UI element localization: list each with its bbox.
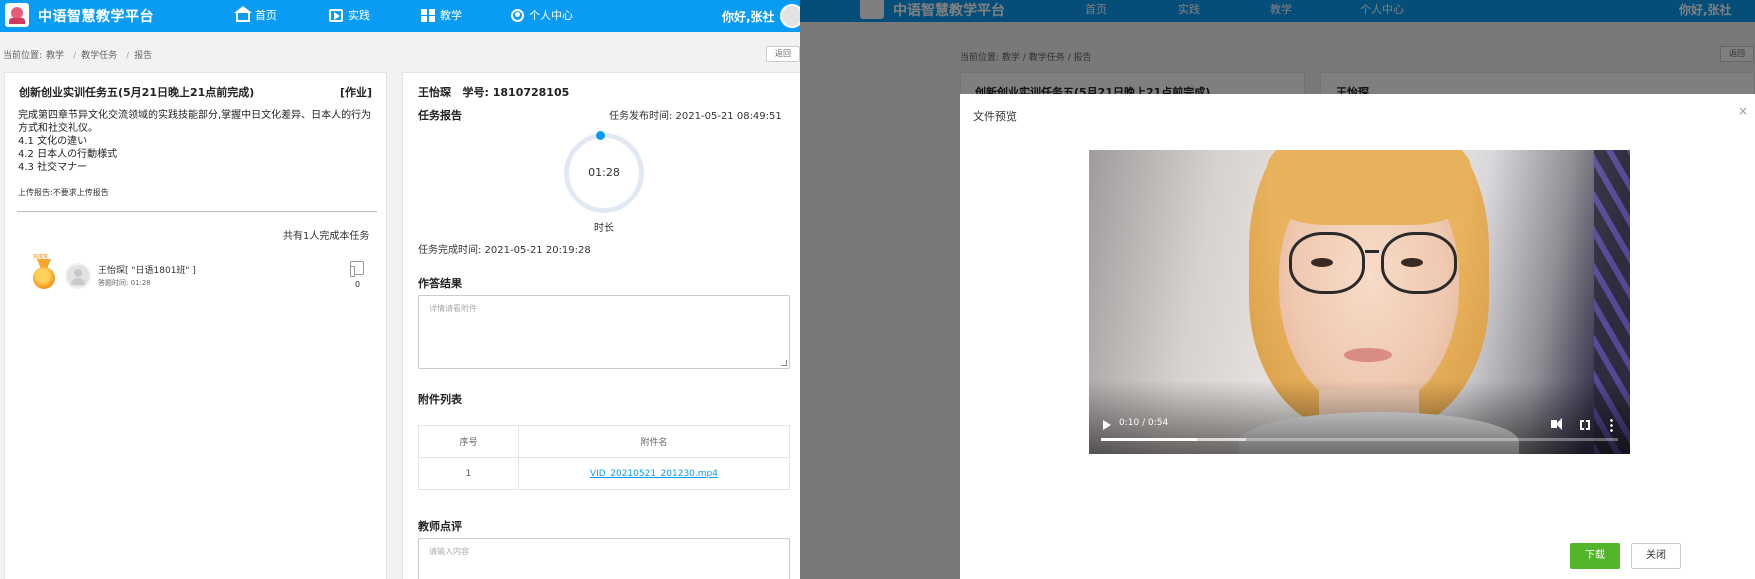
user-avatar[interactable] bbox=[780, 4, 800, 28]
review-textarea[interactable]: 请输入内容 bbox=[418, 538, 790, 579]
student-name[interactable]: 王怡琛[ "日语1801班" ] bbox=[98, 263, 196, 276]
nav-personal-center[interactable]: 个人中心 bbox=[511, 7, 573, 23]
student-answer-time: 答题时间: 01:28 bbox=[98, 279, 151, 287]
table-cell-index: 1 bbox=[418, 457, 519, 490]
task-description-line: 4.2 日本人の行動様式 bbox=[18, 149, 118, 160]
task-description-line: 4.1 文化の違い bbox=[18, 136, 88, 147]
resize-handle-icon[interactable] bbox=[781, 360, 787, 366]
download-button[interactable]: 下载 bbox=[1570, 543, 1620, 569]
video-seek-bar[interactable] bbox=[1101, 438, 1618, 441]
nav-personal-label: 个人中心 bbox=[529, 9, 573, 22]
nav-home[interactable]: 首页 bbox=[234, 5, 277, 23]
table-row: 1 VID_20210521_201230.mp4 bbox=[418, 457, 790, 490]
task-type-tag: [作业] bbox=[340, 86, 373, 99]
like-count: 0 bbox=[355, 280, 361, 289]
review-section-title: 教师点评 bbox=[418, 520, 462, 533]
report-page: 中语智慧教学平台 首页 实践 教学 个人中心 你好,张社 当前位置: 教学 / 教学任… bbox=[0, 0, 800, 579]
complete-time: 任务完成时间: 2021-05-21 20:19:28 bbox=[418, 245, 591, 256]
breadcrumb-separator: / bbox=[126, 51, 130, 61]
breadcrumb-prefix: 当前位置: bbox=[3, 51, 43, 61]
attachment-link[interactable]: VID_20210521_201230.mp4 bbox=[590, 469, 718, 479]
breadcrumb-item-tasks[interactable]: 教学任务 bbox=[81, 51, 117, 61]
breadcrumb: 当前位置: 教学 / 教学任务 / 报告 bbox=[0, 44, 800, 64]
task-description-line: 完成第四章节异文化交流领域的实践技能部分,掌握中日文化差异、日本人的行为方式和社… bbox=[18, 110, 372, 134]
nav-teaching-label: 教学 bbox=[440, 9, 462, 22]
report-student-id: 学号: 1810728105 bbox=[462, 86, 570, 99]
duration-value: 01:28 bbox=[588, 166, 620, 179]
task-description: 完成第四章节异文化交流领域的实践技能部分,掌握中日文化差异、日本人的行为方式和社… bbox=[18, 109, 378, 174]
report-label: 任务报告 bbox=[418, 109, 462, 122]
close-icon[interactable]: × bbox=[1738, 104, 1748, 118]
nav-home-label: 首页 bbox=[255, 9, 277, 22]
column-header-filename: 附件名 bbox=[518, 425, 790, 458]
answer-section-title: 作答结果 bbox=[418, 277, 462, 290]
close-button[interactable]: 关闭 bbox=[1631, 543, 1681, 569]
play-icon[interactable] bbox=[1103, 420, 1111, 430]
duration-label: 时长 bbox=[594, 223, 614, 234]
student-avatar bbox=[65, 263, 91, 289]
medal-icon: 完成奖 bbox=[29, 254, 59, 291]
task-description-line: 4.3 社交マナー bbox=[18, 162, 88, 173]
thumbs-up-icon[interactable] bbox=[350, 261, 364, 277]
grid-icon bbox=[421, 8, 435, 22]
fullscreen-icon[interactable] bbox=[1580, 419, 1590, 431]
publish-time: 任务发布时间: 2021-05-21 08:49:51 bbox=[609, 111, 782, 122]
preview-page: 中语智慧教学平台 首页 实践 教学 个人中心 你好,张社 当前位置: 教学 / … bbox=[800, 0, 1755, 579]
report-student-name: 王怡琛 bbox=[418, 86, 451, 99]
medal-label: 完成奖 bbox=[33, 254, 49, 260]
divider bbox=[17, 211, 377, 212]
breadcrumb-separator: / bbox=[73, 51, 77, 61]
user-circle-icon bbox=[511, 8, 524, 22]
nav-practice-label: 实践 bbox=[348, 9, 370, 22]
brand-title[interactable]: 中语智慧教学平台 bbox=[38, 6, 154, 26]
modal-title: 文件预览 bbox=[973, 110, 1017, 123]
report-card: 王怡琛 学号: 1810728105 任务报告 任务发布时间: 2021-05-… bbox=[402, 72, 800, 579]
platform-logo-icon[interactable] bbox=[5, 3, 29, 27]
video-time: 0:10 / 0:54 bbox=[1119, 418, 1169, 428]
table-cell-filename: VID_20210521_201230.mp4 bbox=[518, 457, 790, 490]
video-player[interactable]: 0:10 / 0:54 bbox=[1089, 150, 1630, 454]
top-navbar: 中语智慧教学平台 首页 实践 教学 个人中心 你好,张社 bbox=[0, 0, 800, 32]
play-square-icon bbox=[329, 8, 343, 22]
task-card: 创新创业实训任务五(5月21日晚上21点前完成) [作业] 完成第四章节异文化交… bbox=[4, 72, 387, 579]
breadcrumb-item-report: 报告 bbox=[134, 51, 153, 61]
review-placeholder: 请输入内容 bbox=[429, 547, 469, 556]
back-button[interactable]: 返回 bbox=[766, 46, 800, 62]
volume-icon[interactable] bbox=[1551, 418, 1562, 430]
breadcrumb-item-teaching[interactable]: 教学 bbox=[46, 51, 64, 61]
attachments-table: 序号 附件名 1 VID_20210521_201230.mp4 bbox=[418, 425, 790, 490]
report-student: 王怡琛 学号: 1810728105 bbox=[418, 84, 569, 100]
video-progress-fill bbox=[1101, 438, 1197, 441]
completion-count: 共有1人完成本任务 bbox=[283, 231, 370, 242]
column-header-index: 序号 bbox=[418, 425, 519, 458]
nav-practice[interactable]: 实践 bbox=[329, 7, 370, 23]
more-options-icon[interactable] bbox=[1610, 418, 1613, 432]
home-icon bbox=[234, 5, 252, 22]
task-title: 创新创业实训任务五(5月21日晚上21点前完成) bbox=[19, 86, 255, 99]
answer-placeholder: 详情请看附件 bbox=[429, 304, 477, 313]
answer-textarea[interactable]: 详情请看附件 bbox=[418, 295, 790, 369]
table-header-row: 序号 附件名 bbox=[418, 425, 790, 458]
user-greeting[interactable]: 你好,张社 bbox=[722, 8, 775, 25]
nav-teaching[interactable]: 教学 bbox=[421, 7, 462, 23]
file-preview-modal: 文件预览 × 0:10 / 0:54 下载 关闭 bbox=[960, 94, 1755, 579]
attachments-section-title: 附件列表 bbox=[418, 393, 462, 406]
upload-requirement: 上传报告:不要求上传报告 bbox=[18, 188, 109, 197]
